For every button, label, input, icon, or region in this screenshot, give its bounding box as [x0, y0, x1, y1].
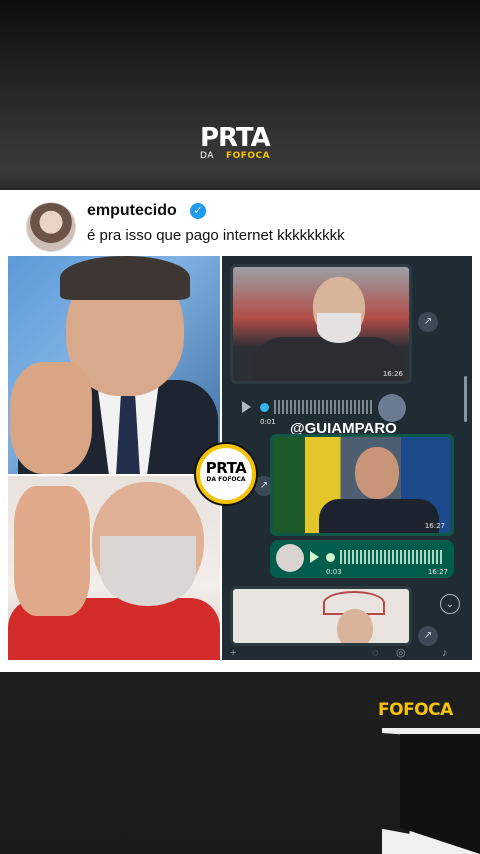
- photo-man-pointing: [8, 256, 220, 474]
- audio-progress-dot-2[interactable]: [326, 553, 335, 562]
- chat-image-2[interactable]: 16:27: [270, 434, 454, 536]
- voice-message-2-duration: 0:03: [326, 568, 342, 576]
- plus-icon[interactable]: +: [230, 646, 236, 660]
- chat-image-2-time: 16:27: [424, 522, 445, 530]
- chat-image-3[interactable]: [230, 586, 412, 646]
- post-header: emputecido ✓ é pra isso que pago interne…: [0, 190, 480, 256]
- post-card: emputecido ✓ é pra isso que pago interne…: [0, 190, 480, 672]
- audio-progress-dot[interactable]: [260, 403, 269, 412]
- sender-avatar: [378, 394, 406, 422]
- logo-top-main: PRTA: [200, 123, 271, 153]
- post-text: é pra isso que pago internet kkkkkkkkk: [87, 227, 345, 244]
- logo-top-sub: DA FOFOCA: [200, 151, 271, 161]
- play-icon-2[interactable]: [310, 551, 319, 563]
- camera-icon[interactable]: ◎: [396, 646, 406, 660]
- username[interactable]: emputecido: [87, 202, 177, 220]
- porta-da-fofoca-logo-badge: PRTA DA FOFOCA: [194, 442, 258, 506]
- image-collage: 16:26 ↗ 0:01 @GUIAMPARO ↗ 16:27 0:03 16:…: [8, 256, 472, 660]
- logo-mid-sub: DA FOFOCA: [206, 476, 246, 483]
- share-icon[interactable]: ↗: [418, 312, 438, 332]
- mic-icon[interactable]: ♪: [442, 646, 448, 660]
- chat-screenshot: 16:26 ↗ 0:01 @GUIAMPARO ↗ 16:27 0:03 16:…: [222, 256, 472, 660]
- scroll-down-icon[interactable]: ⌄: [440, 594, 460, 614]
- avatar[interactable]: [26, 202, 76, 252]
- voice-message-2[interactable]: 0:03 16:27: [270, 540, 454, 578]
- voice-message-2-time: 16:27: [427, 568, 448, 576]
- play-icon[interactable]: [242, 401, 251, 413]
- audio-waveform: [274, 400, 374, 414]
- chat-input-bar[interactable]: + ◌ ◎ ♪: [222, 646, 472, 660]
- sticker-icon[interactable]: ◌: [372, 646, 379, 660]
- chat-image-1-time: 16:26: [382, 370, 403, 378]
- logo-bottom-word: FOFOCA: [378, 700, 453, 720]
- share-icon-3[interactable]: ↗: [418, 626, 438, 646]
- sender-avatar-2: [276, 544, 304, 572]
- chat-image-1[interactable]: 16:26: [230, 264, 412, 384]
- chat-scrollbar[interactable]: [464, 376, 467, 422]
- audio-waveform-2: [340, 550, 442, 564]
- voice-message-1-duration: 0:01: [260, 418, 276, 426]
- verified-badge-icon: ✓: [190, 203, 206, 219]
- porta-da-fofoca-logo-top: PRTA DA FOFOCA: [200, 124, 282, 168]
- porta-da-fofoca-logo-bottom: FOFOCA: [360, 700, 480, 854]
- photo-man-smiling-red-shirt: [8, 476, 220, 660]
